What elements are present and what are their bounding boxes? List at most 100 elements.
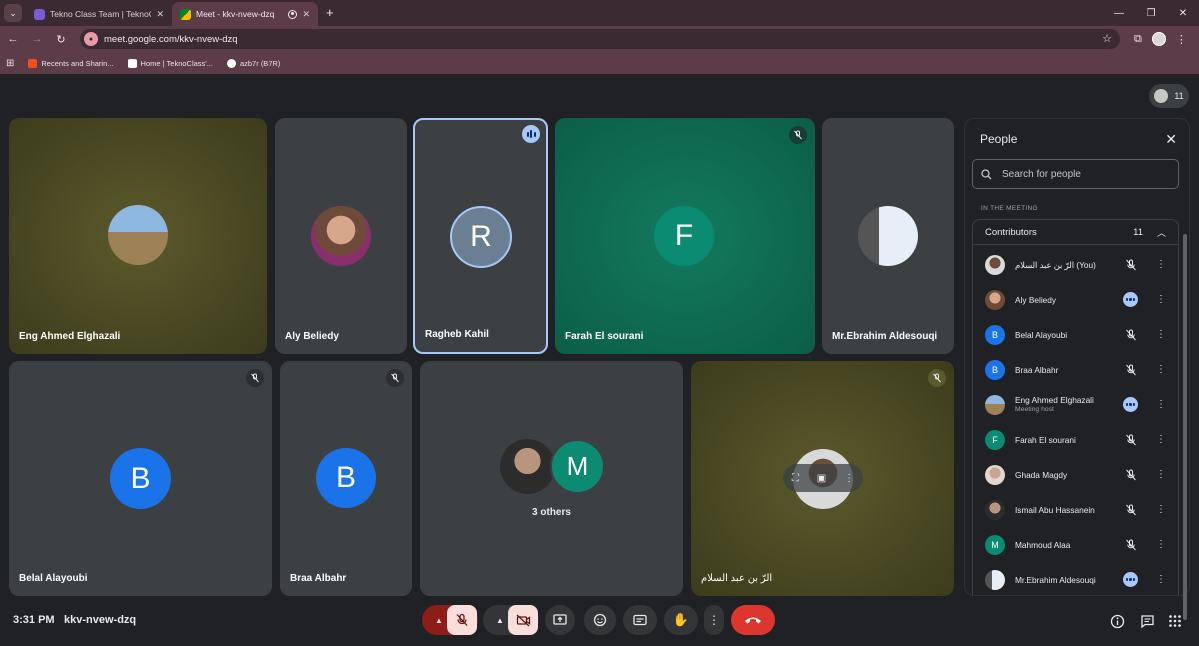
tab-close-icon[interactable]: ✕ — [302, 9, 310, 20]
list-item[interactable]: الرّ بن عبد السلام (You) ⋮ — [973, 247, 1180, 282]
mic-off-icon[interactable] — [1123, 257, 1138, 272]
mic-off-icon[interactable] — [1123, 432, 1138, 447]
more-vert-icon[interactable]: ⋮ — [1156, 434, 1166, 445]
tab-meet[interactable]: Meet - kkv-nvew-dzq ✕ — [172, 2, 318, 26]
address-bar[interactable]: ● meet.google.com/kkv-nvew-dzq ☆ — [80, 29, 1120, 49]
participants-button[interactable]: 11 — [1149, 84, 1189, 108]
camera-toggle-button[interactable] — [508, 605, 538, 635]
list-item[interactable]: B Belal Alayoubi ⋮ — [973, 317, 1180, 352]
list-item[interactable]: M Mahmoud Alaa ⋮ — [973, 527, 1180, 562]
video-tile-others[interactable]: M 3 others — [420, 361, 683, 596]
more-vert-icon[interactable]: ⋮ — [1156, 294, 1166, 305]
profile-avatar[interactable] — [1151, 32, 1166, 46]
more-vert-icon[interactable]: ⋮ — [1156, 329, 1166, 340]
participant-photo — [500, 439, 555, 494]
reload-icon[interactable]: ↻ — [50, 33, 72, 46]
teams-favicon-icon — [34, 8, 45, 20]
video-tile-aly-beliedy[interactable]: Aly Beliedy — [275, 118, 407, 354]
mic-off-icon[interactable] — [1123, 362, 1138, 377]
audio-active-icon[interactable] — [1123, 397, 1138, 412]
hand-icon: ✋ — [672, 612, 690, 627]
list-item[interactable]: F Farah El sourani ⋮ — [973, 422, 1180, 457]
video-tile-belal[interactable]: B Belal Alayoubi — [9, 361, 272, 596]
more-options-button[interactable]: ⋮ — [704, 605, 724, 635]
more-vert-icon[interactable]: ⋮ — [1156, 399, 1166, 410]
panel-scrollbar[interactable] — [1183, 234, 1187, 620]
person-name: Mr.Ebrahim Aldesouqi — [1015, 575, 1096, 585]
video-tile-self[interactable]: ⛶ ▣ ⋮ الرّ بن عبد السلام — [691, 361, 954, 596]
more-vert-icon[interactable]: ⋮ — [1156, 574, 1166, 585]
mic-off-icon[interactable] — [1123, 537, 1138, 552]
present-button[interactable] — [545, 605, 575, 635]
forward-icon[interactable]: → — [26, 33, 48, 45]
reactions-button[interactable] — [584, 605, 616, 635]
person-name-text: Mahmoud Alaa — [1015, 539, 1071, 550]
extensions-icon[interactable]: ⧉ — [1134, 33, 1142, 46]
person-name-text: Mr.Ebrahim Aldesouqi — [1015, 574, 1096, 585]
pin-icon[interactable]: ▣ — [817, 473, 826, 484]
hang-up-icon — [745, 617, 761, 624]
chevron-up-icon[interactable]: ︿ — [1157, 226, 1166, 239]
mic-off-icon[interactable] — [1123, 467, 1138, 482]
chat-icon[interactable] — [1139, 613, 1155, 629]
list-item[interactable]: Eng Ahmed Elghazali Meeting host ⋮ — [973, 387, 1180, 422]
participant-avatar-letter: R — [450, 206, 512, 268]
tab-tekno-class[interactable]: Tekno Class Team | TeknoClass ✕ — [26, 2, 172, 26]
bookmark-home-teknoclass[interactable]: Home | TeknoClass'... — [127, 58, 213, 68]
leave-call-button[interactable] — [731, 605, 775, 635]
mic-toggle-button[interactable] — [447, 605, 477, 635]
raise-hand-button[interactable]: ✋ — [664, 605, 698, 635]
browser-menu-icon[interactable]: ⋮ — [1176, 33, 1187, 46]
close-panel-icon[interactable]: ✕ — [1165, 131, 1177, 148]
maximize-icon[interactable]: ❐ — [1135, 0, 1167, 26]
more-vert-icon[interactable]: ⋮ — [1156, 259, 1166, 270]
person-name-text: الرّ بن عبد السلام (You) — [1015, 259, 1096, 270]
video-tile-ragheb-kahil[interactable]: R Ragheb Kahil — [413, 118, 548, 354]
video-tile-eng-ahmed[interactable]: Eng Ahmed Elghazali — [9, 118, 267, 354]
meeting-details-icon[interactable] — [1109, 613, 1125, 629]
more-vert-icon[interactable]: ⋮ — [1156, 539, 1166, 550]
mic-off-icon[interactable] — [1123, 327, 1138, 342]
activities-icon[interactable] — [1167, 613, 1183, 629]
url-text: meet.google.com/kkv-nvew-dzq — [104, 33, 238, 45]
apps-grid-icon[interactable]: ⊞ — [6, 58, 14, 69]
captions-button[interactable] — [623, 605, 657, 635]
bookmark-github[interactable]: azb7r (B7R) — [226, 58, 280, 68]
more-vert-icon[interactable]: ⋮ — [1156, 504, 1166, 515]
list-item[interactable]: Ismail Abu Hassanein ⋮ — [973, 492, 1180, 527]
others-label: 3 others — [532, 507, 571, 518]
muted-icon — [789, 126, 807, 144]
list-item[interactable]: B Braa Albahr ⋮ — [973, 352, 1180, 387]
participant-avatar-letter: M — [550, 439, 605, 494]
frame-icon[interactable]: ⛶ — [792, 473, 799, 484]
present-screen-icon — [553, 614, 567, 625]
more-vert-icon[interactable]: ⋮ — [1156, 364, 1166, 375]
more-vert-icon[interactable]: ⋮ — [1156, 469, 1166, 480]
meet-favicon-icon — [180, 8, 191, 20]
mic-off-icon[interactable] — [1123, 502, 1138, 517]
search-people-input[interactable]: Search for people — [972, 159, 1179, 189]
new-tab-button[interactable]: + — [326, 5, 334, 20]
bookmark-star-icon[interactable]: ☆ — [1102, 32, 1112, 45]
back-icon[interactable]: ← — [2, 33, 24, 45]
video-tile-farah[interactable]: F Farah El sourani — [555, 118, 815, 354]
list-item[interactable]: Aly Beliedy ⋮ — [973, 282, 1180, 317]
more-vert-icon: ⋮ — [708, 613, 720, 627]
close-window-icon[interactable]: ✕ — [1167, 0, 1199, 26]
site-info-icon[interactable]: ● — [84, 32, 98, 46]
person-name-text: Ismail Abu Hassanein — [1015, 504, 1095, 515]
self-tile-overlay: ⛶ ▣ ⋮ — [783, 464, 863, 492]
minimize-icon[interactable]: — — [1103, 0, 1135, 26]
audio-active-icon[interactable] — [1123, 292, 1138, 307]
bookmark-recents[interactable]: Recents and Sharin... — [28, 58, 114, 68]
video-tile-braa[interactable]: B Braa Albahr — [280, 361, 412, 596]
tab-close-icon[interactable]: ✕ — [156, 9, 164, 20]
participant-avatar-letter: B — [316, 448, 376, 508]
audio-active-icon[interactable] — [1123, 572, 1138, 587]
more-options-icon[interactable]: ⋮ — [844, 473, 854, 484]
list-item[interactable]: Mr.Ebrahim Aldesouqi ⋮ — [973, 562, 1180, 595]
list-item[interactable]: Ghada Magdy ⋮ — [973, 457, 1180, 492]
video-tile-ebrahim[interactable]: Mr.Ebrahim Aldesouqi — [822, 118, 954, 354]
contributors-header[interactable]: Contributors 11 ︿ — [973, 220, 1178, 245]
tab-search-icon[interactable]: ⌄ — [4, 4, 22, 22]
